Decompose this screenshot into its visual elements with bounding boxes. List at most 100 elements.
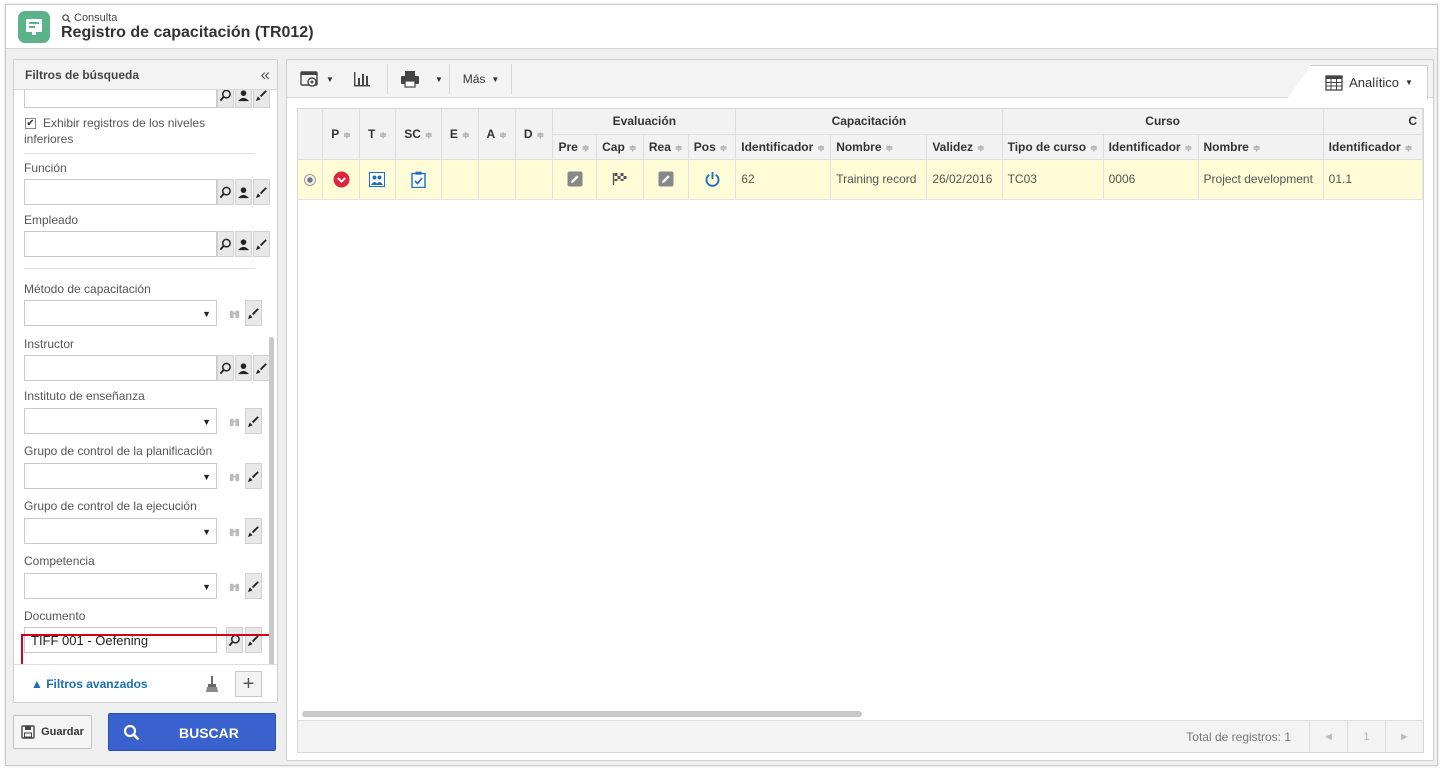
row-radio[interactable] <box>304 173 317 186</box>
sort-icon: ≑ <box>424 129 433 140</box>
search-icon[interactable] <box>217 355 234 381</box>
search-icon[interactable] <box>217 179 234 205</box>
clear-brush-icon[interactable] <box>253 355 270 381</box>
horizontal-scrollbar[interactable] <box>302 711 862 717</box>
column-header[interactable]: D ≑ <box>515 109 554 160</box>
grupo-planificacion-label: Grupo de control de la planificación <box>24 444 213 458</box>
clear-brush-icon[interactable] <box>253 90 270 108</box>
column-header[interactable]: Tipo de curso ≑ <box>1002 134 1104 160</box>
search-button[interactable]: BUSCAR <box>108 713 276 751</box>
column-header[interactable]: Pos ≑ <box>688 134 737 160</box>
clear-brush-icon[interactable] <box>245 300 262 326</box>
view-record-button[interactable] <box>297 60 323 98</box>
filters-scrollbar[interactable] <box>269 337 274 666</box>
pre-cell <box>552 159 598 200</box>
toolbar-divider <box>449 64 450 94</box>
collapse-icon[interactable]: « <box>261 65 271 85</box>
clear-brush-icon[interactable] <box>245 518 262 544</box>
save-button[interactable]: Guardar <box>13 715 92 749</box>
documento-highlight <box>21 634 272 666</box>
grupo-ejecucion-select[interactable]: ▼ <box>24 518 217 544</box>
more-menu-button[interactable]: Más ▼ <box>459 60 503 98</box>
instructor-input[interactable] <box>24 355 217 381</box>
print-button[interactable] <box>397 60 423 98</box>
column-header[interactable]: A ≑ <box>478 109 516 160</box>
column-header-label: E <box>449 126 458 141</box>
chevron-down-icon: ▼ <box>202 472 211 482</box>
next-page-button[interactable]: ► <box>1385 721 1423 752</box>
column-header[interactable]: Nombre ≑ <box>830 134 928 160</box>
add-filter-button[interactable]: + <box>235 671 262 697</box>
print-dropdown-button[interactable]: ▼ <box>434 60 444 98</box>
results-toolbar: ▼ ▼ Más ▼ Analítico ▼ <box>287 60 1433 99</box>
clear-brush-icon[interactable] <box>253 179 270 205</box>
column-header[interactable]: Rea ≑ <box>643 134 689 160</box>
caret-down-icon: ▼ <box>326 74 334 84</box>
group-training-icon <box>369 171 386 187</box>
column-header[interactable]: Nombre ≑ <box>1198 134 1324 160</box>
user-icon[interactable] <box>235 231 252 257</box>
d-cell <box>515 159 554 200</box>
user-icon[interactable] <box>235 355 252 381</box>
user-icon[interactable] <box>235 179 252 205</box>
results-panel: ▼ ▼ Más ▼ Analítico ▼ P ≑ T ≑ SC ≑ E ≑ A… <box>286 59 1434 761</box>
total-records: Total de registros: 1 <box>1186 730 1291 744</box>
user-icon[interactable] <box>235 90 252 108</box>
save-label: Guardar <box>41 726 84 738</box>
table-row[interactable]: 62 Training record 26/02/2016 TC03 0006 … <box>298 159 1423 200</box>
advanced-filters-label: Filtros avanzados <box>46 677 148 691</box>
clear-brush-icon[interactable] <box>245 463 262 489</box>
prev-page-button[interactable]: ◄ <box>1309 721 1347 752</box>
results-grid: P ≑ T ≑ SC ≑ E ≑ A ≑ D ≑ Evaluación Capacitaci… <box>297 108 1424 753</box>
more-label: Más <box>462 72 486 86</box>
show-lower-levels-label: Exhibir registros de los niveles inferio… <box>24 116 206 146</box>
binoculars-icon <box>226 463 243 489</box>
advanced-filters-link[interactable]: ▲ Filtros avanzados <box>31 677 148 691</box>
chart-button[interactable] <box>349 60 375 98</box>
column-header[interactable]: E ≑ <box>441 109 479 160</box>
search-icon[interactable] <box>217 231 234 257</box>
search-filters-panel: Filtros de búsqueda « ✔ Exhibir registro… <box>13 59 278 703</box>
empleado-label: Empleado <box>24 213 79 227</box>
column-header[interactable]: Identificador ≑ <box>1323 134 1423 160</box>
metodo-select[interactable]: ▼ <box>24 300 217 326</box>
binoculars-icon <box>226 408 243 434</box>
sort-icon: ≑ <box>499 129 507 140</box>
view-dropdown-button[interactable]: ▼ <box>325 60 335 98</box>
grupo-planificacion-select[interactable]: ▼ <box>24 463 217 489</box>
column-header[interactable]: Pre ≑ <box>552 134 598 160</box>
filters-header: Filtros de búsqueda « <box>14 60 277 90</box>
column-header[interactable]: Validez ≑ <box>926 134 1003 160</box>
competencia-select[interactable]: ▼ <box>24 573 217 599</box>
column-header[interactable]: P ≑ <box>322 109 360 160</box>
sort-icon: ≑ <box>977 142 985 153</box>
print-icon <box>401 71 419 88</box>
divider <box>24 153 255 154</box>
funcion-input[interactable] <box>24 179 217 205</box>
clear-brush-icon[interactable] <box>245 408 262 434</box>
clipboard-check-icon <box>411 171 426 188</box>
group-header-c: C <box>1323 109 1423 135</box>
page-title: Registro de capacitación (TR012) <box>61 24 314 41</box>
empleado-input[interactable] <box>24 231 217 257</box>
column-header[interactable]: T ≑ <box>359 109 396 160</box>
clear-filters-icon[interactable] <box>203 673 221 695</box>
analytic-view-tab[interactable]: Analítico ▼ <box>1287 65 1428 99</box>
column-header[interactable]: Cap ≑ <box>596 134 644 160</box>
row-select-cell[interactable] <box>298 159 324 200</box>
column-header[interactable]: SC ≑ <box>395 109 442 160</box>
status-cell <box>322 159 360 200</box>
edit-pencil-icon <box>567 171 583 187</box>
search-icon[interactable] <box>217 90 234 108</box>
group-header-row: P ≑ T ≑ SC ≑ E ≑ A ≑ D ≑ Evaluación Capacitaci… <box>298 109 1423 160</box>
instituto-select[interactable]: ▼ <box>24 408 217 434</box>
clear-brush-icon[interactable] <box>253 231 270 257</box>
title-bar: Consulta Registro de capacitación (TR012… <box>6 5 1437 49</box>
caret-down-icon: ▼ <box>1404 78 1413 87</box>
grid-footer: Total de registros: 1 ◄ 1 ► <box>298 720 1423 752</box>
column-header[interactable]: Identificador ≑ <box>1103 134 1199 160</box>
unit-input[interactable] <box>24 90 217 108</box>
clear-brush-icon[interactable] <box>245 573 262 599</box>
sort-icon: ≑ <box>461 129 470 140</box>
column-header[interactable]: Identificador ≑ <box>735 134 832 160</box>
